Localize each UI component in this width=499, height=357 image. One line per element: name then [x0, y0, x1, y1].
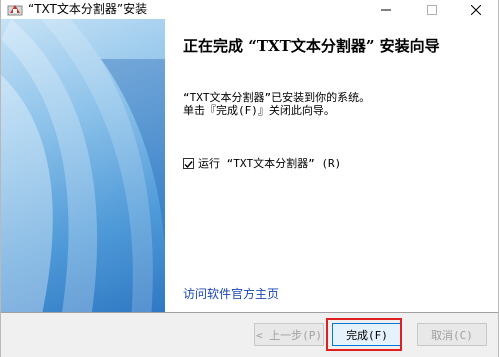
title-bar[interactable]: “TXT文本分割器”安装: [1, 0, 498, 19]
finish-button[interactable]: 完成(F): [332, 323, 402, 346]
maximize-icon: [427, 0, 437, 19]
run-app-label[interactable]: 运行 “TXT文本分割器” (R): [198, 155, 341, 171]
window-title: “TXT文本分割器”安装: [28, 2, 148, 16]
wizard-side-banner: [1, 19, 165, 312]
minimize-button[interactable]: [363, 0, 409, 19]
run-app-checkbox[interactable]: [183, 157, 194, 169]
check-icon: [184, 154, 193, 173]
wizard-content: 正在完成 “TXT文本分割器” 安装向导 “TXT文本分割器”已安装到你的系统。…: [165, 19, 498, 312]
run-app-option[interactable]: 运行 “TXT文本分割器” (R): [183, 155, 341, 171]
installer-window: “TXT文本分割器”安装 正在完成 “TXT文本分割器” 安装向导 “TXT文本…: [0, 0, 499, 357]
close-icon: [470, 0, 482, 19]
visit-website-link[interactable]: 访问软件官方主页: [183, 285, 279, 302]
page-title: 正在完成 “TXT文本分割器” 安装向导: [183, 37, 440, 55]
finish-instruction-message: 单击『完成(F)』关闭此向导。: [183, 104, 335, 117]
wizard-footer: < 上一步(P) 完成(F) 取消(C): [1, 312, 498, 357]
close-button[interactable]: [453, 0, 499, 19]
banner-swoosh-graphic: [1, 19, 165, 312]
cancel-button[interactable]: 取消(C): [417, 323, 487, 346]
installer-icon: [7, 2, 23, 16]
maximize-button[interactable]: [409, 0, 455, 19]
back-button[interactable]: < 上一步(P): [254, 323, 324, 346]
minimize-icon: [381, 0, 391, 19]
